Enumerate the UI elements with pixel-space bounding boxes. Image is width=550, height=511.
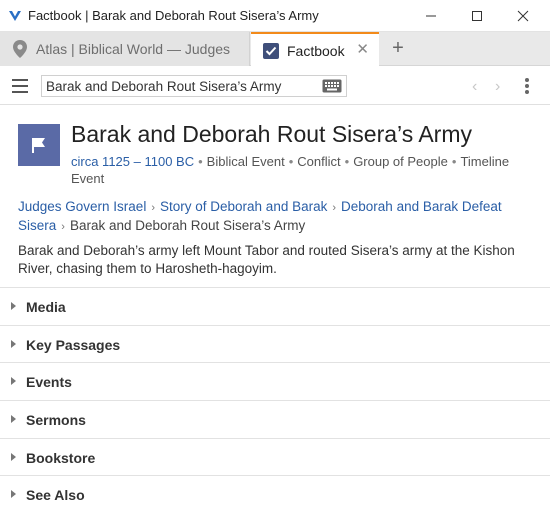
tab-close-icon[interactable]: ✕ [356, 42, 369, 58]
search-input[interactable] [42, 76, 317, 96]
breadcrumb-separator: › [61, 221, 65, 233]
section-label: See Also [26, 487, 85, 504]
section-label: Bookstore [26, 449, 96, 466]
breadcrumb-item[interactable]: Story of Deborah and Barak [160, 199, 327, 214]
expand-caret-icon [11, 490, 16, 499]
breadcrumb-separator: › [332, 202, 337, 214]
section-sermons[interactable]: Sermons [0, 400, 550, 438]
article-title: Barak and Deborah Rout Sisera’s Army [71, 121, 472, 147]
article-description: Barak and Deborah’s army left Mount Tabo… [18, 243, 515, 276]
tag-group-of-people[interactable]: Group of People [353, 154, 448, 169]
breadcrumb-separator: › [151, 202, 155, 214]
expand-caret-icon [11, 415, 16, 424]
tab-strip: Atlas | Biblical World — Judges Factbook… [0, 32, 550, 67]
expand-caret-icon [11, 452, 16, 461]
tab-factbook[interactable]: Factbook ✕ [251, 32, 379, 67]
section-key-passages[interactable]: Key Passages [0, 324, 550, 363]
title-bar: Factbook | Barak and Deborah Rout Sisera… [0, 0, 550, 32]
expand-caret-icon [11, 377, 16, 386]
tab-atlas[interactable]: Atlas | Biblical World — Judges [0, 32, 250, 66]
back-arrow-icon[interactable]: ‹ [472, 78, 477, 96]
app-logo-icon [9, 11, 21, 21]
article-meta: circa 1125 – 1100 BC • Biblical Event • Conf… [71, 153, 543, 187]
section-list: Media Key Passages Events Sermons Bookst… [0, 287, 550, 511]
section-label: Sermons [26, 412, 86, 429]
tag-conflict[interactable]: Conflict [297, 154, 340, 169]
section-media[interactable]: Media [0, 287, 550, 325]
breadcrumb-item[interactable]: Judges Govern Israel [18, 199, 146, 214]
tag-biblical-event[interactable]: Biblical Event [207, 154, 285, 169]
map-pin-icon [10, 39, 30, 59]
search-box [41, 75, 347, 97]
keyboard-icon[interactable] [322, 79, 342, 93]
minimize-button[interactable] [408, 0, 454, 32]
breadcrumb-current: Barak and Deborah Rout Sisera’s Army [69, 218, 306, 233]
close-window-button[interactable] [500, 0, 546, 32]
window-title: Factbook | Barak and Deborah Rout Sisera… [28, 8, 319, 23]
toolbar: ‹ › [0, 67, 550, 105]
menu-icon[interactable] [12, 79, 28, 93]
add-tab-button[interactable]: + [388, 36, 408, 60]
maximize-button[interactable] [454, 0, 500, 32]
tab-factbook-label: Factbook [287, 42, 345, 59]
date-link[interactable]: circa 1125 – 1100 BC [71, 154, 194, 169]
close-icon [517, 10, 529, 22]
section-label: Events [26, 374, 72, 391]
tab-atlas-label: Atlas | Biblical World — Judges [36, 41, 231, 57]
breadcrumb: Judges Govern Israel › Story of Deborah an… [18, 198, 538, 236]
more-options-icon[interactable] [525, 78, 529, 94]
factbook-icon [261, 41, 281, 61]
section-bookstore[interactable]: Bookstore [0, 437, 550, 476]
meta-separator: • [451, 154, 457, 169]
section-label: Media [26, 299, 66, 315]
meta-separator: • [288, 154, 294, 169]
maximize-icon [472, 11, 482, 21]
meta-separator: • [198, 154, 203, 169]
section-see-also[interactable]: See Also [0, 475, 550, 511]
section-events[interactable]: Events [0, 362, 550, 400]
forward-arrow-icon[interactable]: › [495, 78, 500, 96]
expand-caret-icon [11, 339, 16, 348]
event-flag-icon [18, 124, 60, 166]
meta-separator: • [344, 154, 350, 169]
expand-caret-icon [11, 302, 16, 310]
minimize-icon [426, 15, 436, 17]
section-label: Key Passages [26, 336, 121, 353]
